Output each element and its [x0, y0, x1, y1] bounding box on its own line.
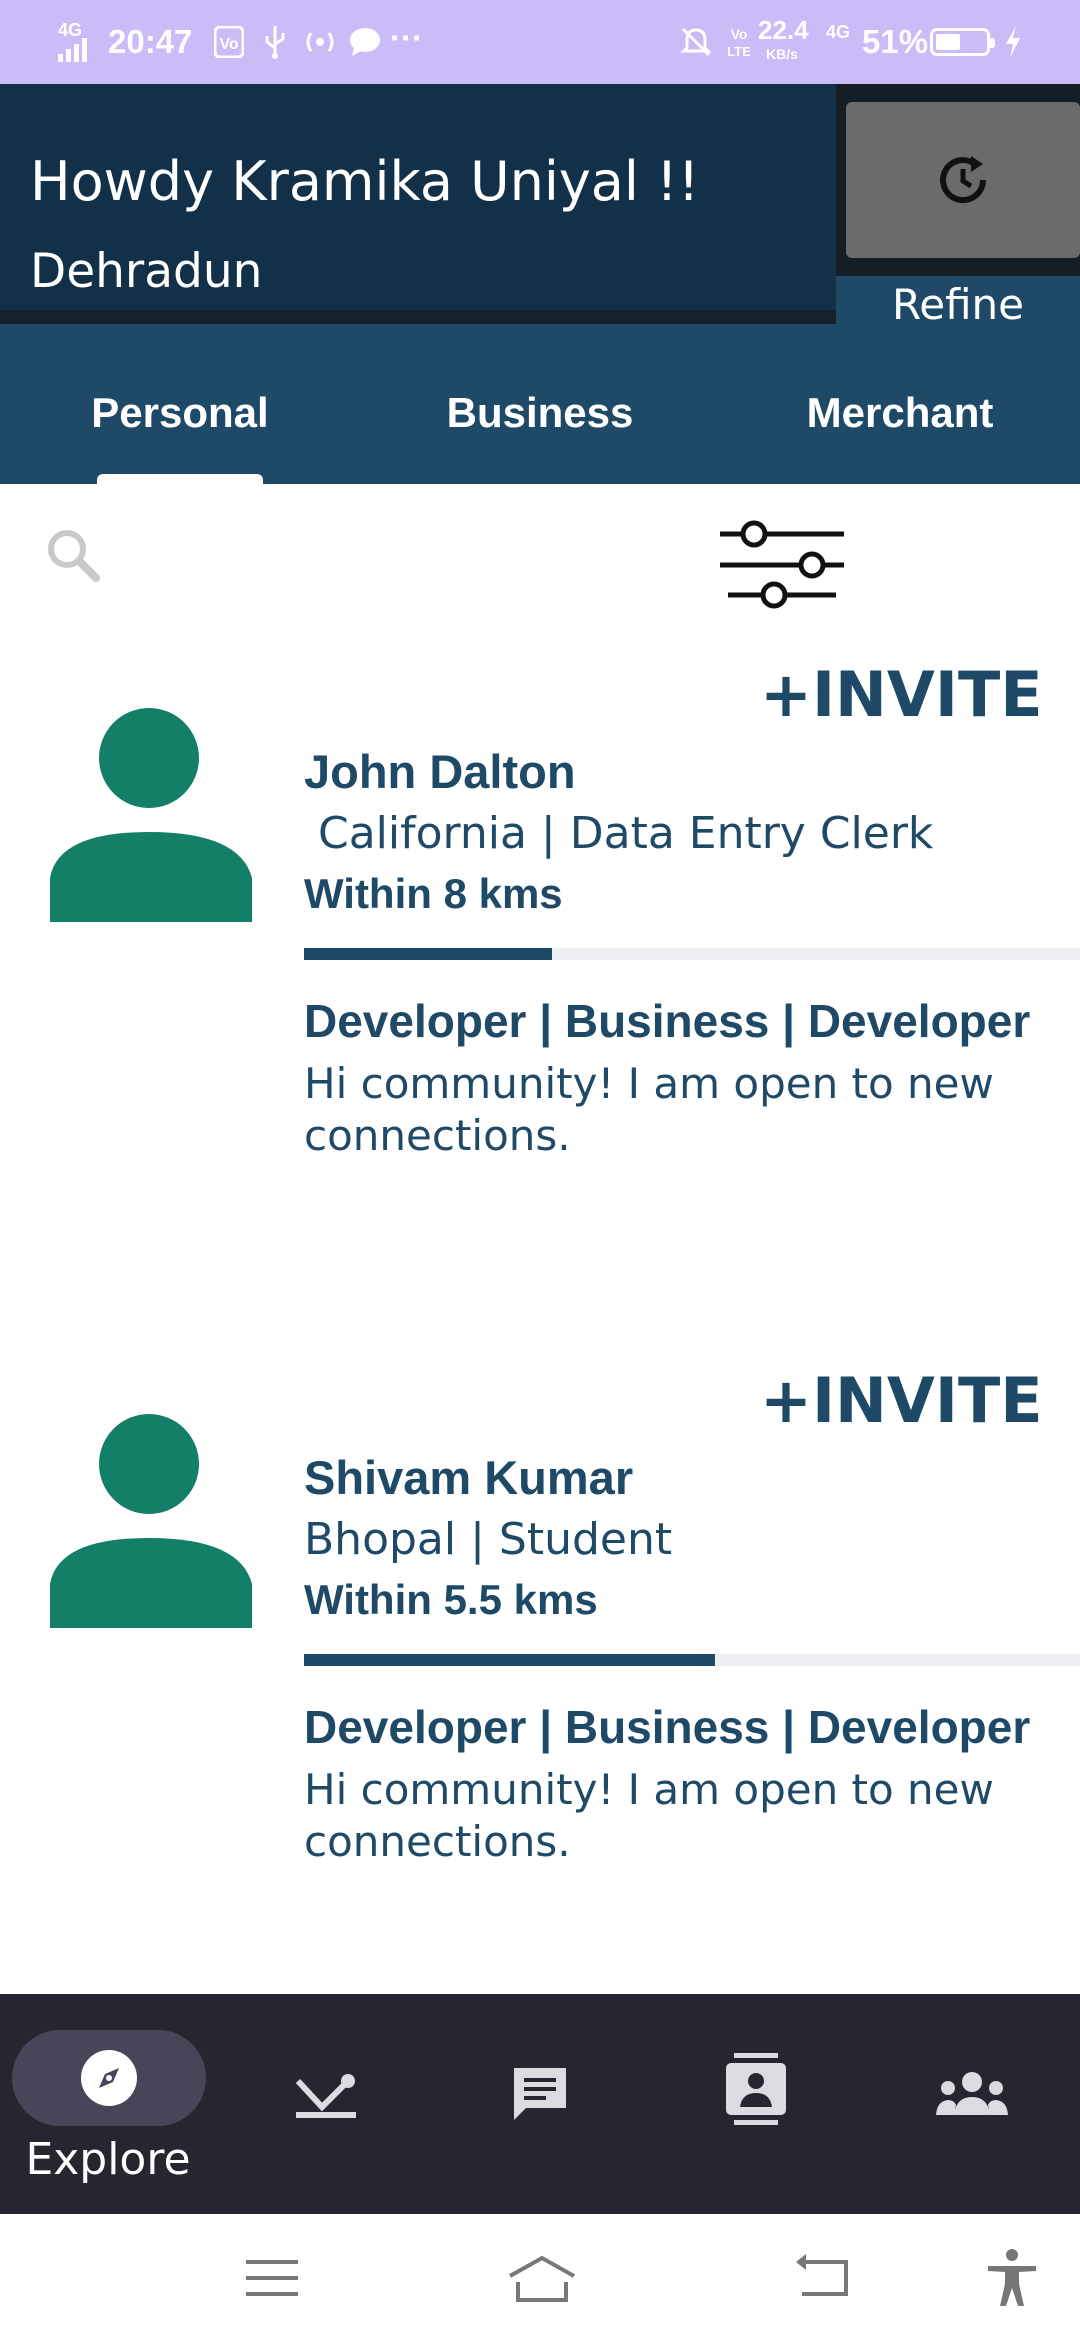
svg-text:LTE: LTE — [727, 44, 751, 59]
app-header: Howdy Kramika Uniyal !! Dehradun Refine — [0, 84, 1080, 342]
profile-tags: Developer | Business | Developer — [304, 995, 1031, 1047]
distance-progress-fill — [304, 1654, 716, 1666]
refine-label[interactable]: Refine — [836, 280, 1080, 329]
nav-contacts[interactable] — [716, 2044, 796, 2134]
battery-percent: 51% — [862, 23, 929, 60]
nav-chat[interactable] — [500, 2054, 580, 2134]
tab-personal-label: Personal — [91, 389, 269, 436]
avatar — [50, 1414, 252, 1628]
usb-icon — [265, 26, 285, 59]
nav-explore[interactable] — [12, 2030, 206, 2126]
profile-bio: Hi community! I am open to new connectio… — [304, 1765, 994, 1866]
app-screen: 4G 20:47 Vo ··· Vo LTE 22.4 KB/s 4G 51% … — [0, 0, 1080, 2340]
tab-merchant[interactable]: Merchant — [720, 342, 1080, 484]
invite-button[interactable]: +INVITE — [760, 1364, 1043, 1437]
greeting-panel: Howdy Kramika Uniyal !! Dehradun — [0, 84, 836, 324]
profile-location: Bhopal | Student — [304, 1514, 673, 1565]
profile-name: John Dalton — [304, 745, 576, 798]
network-type-left: 4G — [58, 20, 83, 40]
tab-business[interactable]: Business — [360, 342, 720, 484]
search-icon[interactable] — [40, 522, 110, 592]
distance-progress — [304, 1654, 1080, 1666]
avatar — [50, 708, 252, 922]
tab-business-label: Business — [446, 389, 634, 436]
svg-text:Vo: Vo — [731, 26, 748, 42]
bottom-nav: Explore — [0, 1994, 1080, 2214]
profile-bio: Hi community! I am open to new connectio… — [304, 1059, 994, 1160]
profile-distance: Within 8 kms — [304, 870, 563, 917]
back-icon[interactable] — [792, 2248, 852, 2308]
more-icon: ··· — [390, 19, 423, 56]
profile-tags: Developer | Business | Developer — [304, 1701, 1031, 1753]
nav-community[interactable] — [932, 2054, 1012, 2134]
message-icon — [350, 28, 380, 56]
network-speed-unit: KB/s — [766, 46, 798, 62]
nav-explore-label[interactable]: Explore — [0, 2134, 216, 2185]
home-icon[interactable] — [506, 2248, 578, 2308]
network-type-right: 4G — [826, 22, 851, 42]
refresh-clock-icon — [940, 156, 987, 204]
sliders-icon[interactable] — [716, 504, 848, 614]
network-speed-value: 22.4 — [758, 15, 809, 45]
volte-icon: Vo LTE — [727, 26, 751, 59]
tab-bar: Personal Business Merchant — [0, 342, 1080, 484]
greeting-text: Howdy Kramika Uniyal !! — [30, 150, 700, 213]
clock: 20:47 — [108, 23, 193, 60]
profile-name: Shivam Kumar — [304, 1451, 634, 1504]
distance-progress — [304, 948, 1080, 960]
refine-button[interactable] — [846, 102, 1080, 258]
system-nav-bar — [0, 2214, 1080, 2340]
compass-icon — [81, 2050, 137, 2106]
nav-inbox[interactable] — [286, 2054, 366, 2134]
distance-progress-fill — [304, 948, 553, 960]
profile-location: California | Data Entry Clerk — [304, 808, 934, 859]
tab-selected-indicator — [97, 474, 263, 484]
status-bar: 4G 20:47 Vo ··· Vo LTE 22.4 KB/s 4G 51% — [0, 0, 1080, 84]
accessibility-icon[interactable] — [982, 2248, 1042, 2308]
charging-icon — [1006, 26, 1020, 58]
profile-card: +INVITE John Dalton California | Data En… — [0, 634, 1080, 1334]
hotspot-icon — [306, 32, 334, 52]
signal-icon — [58, 38, 87, 62]
mute-bell-icon — [680, 27, 712, 57]
profile-distance: Within 5.5 kms — [304, 1576, 598, 1623]
city-text: Dehradun — [30, 244, 263, 299]
invite-button[interactable]: +INVITE — [760, 658, 1043, 731]
svg-text:Vo: Vo — [219, 36, 238, 53]
search-row — [0, 484, 1080, 634]
contact-card-icon — [726, 2053, 786, 2125]
tab-personal[interactable]: Personal — [0, 342, 360, 484]
menu-icon[interactable] — [242, 2248, 302, 2308]
tab-merchant-label: Merchant — [806, 389, 994, 436]
battery-icon — [930, 28, 995, 56]
group-icon — [936, 2072, 1008, 2115]
greeting-underline — [0, 310, 836, 324]
chat-icon — [514, 2068, 566, 2120]
inbox-arrow-icon — [295, 2074, 356, 2118]
profile-card: +INVITE Shivam Kumar Bhopal | Student Wi… — [0, 1340, 1080, 1980]
app-notification-icon: Vo — [214, 26, 244, 58]
